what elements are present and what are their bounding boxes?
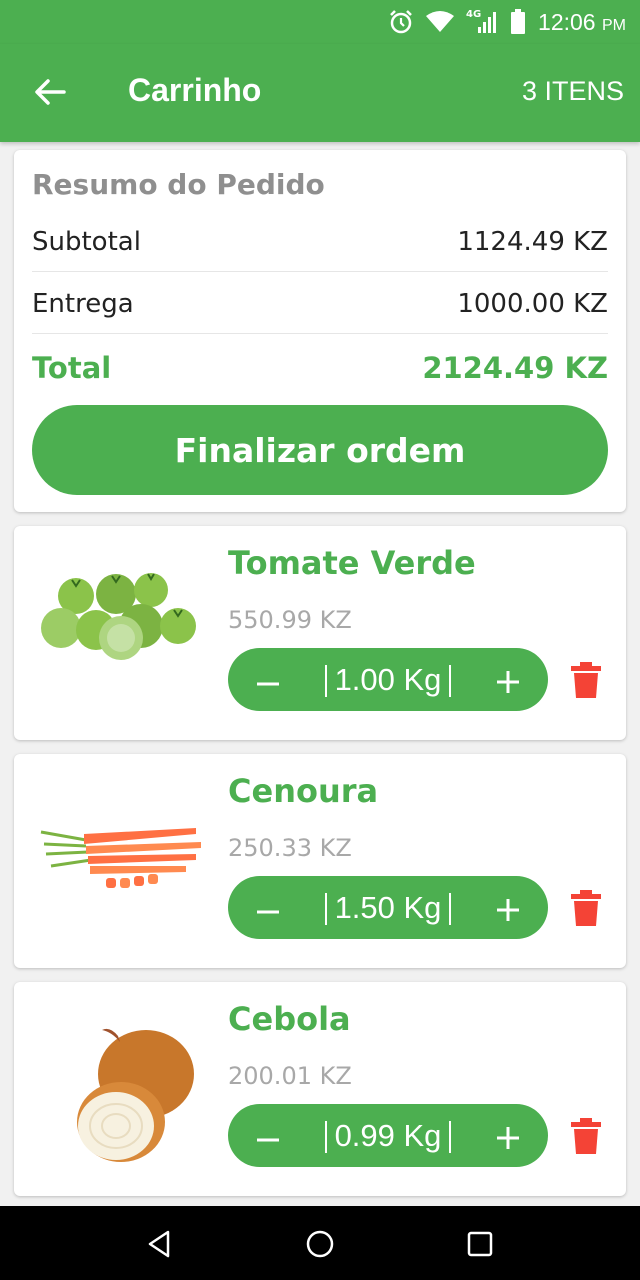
app-bar: Carrinho 3 ITENS: [0, 44, 640, 142]
increase-button[interactable]: [468, 1104, 548, 1167]
nav-back-icon[interactable]: [144, 1228, 176, 1260]
order-summary-card: Resumo do Pedido Subtotal 1124.49 KZ Ent…: [14, 150, 626, 512]
total-row: Total 2124.49 KZ: [32, 338, 608, 398]
subtotal-value: 1124.49 KZ: [457, 226, 608, 257]
quantity-stepper: 1.00 Kg: [228, 648, 548, 711]
item-name: Cenoura: [228, 772, 379, 810]
delivery-value: 1000.00 KZ: [457, 288, 608, 319]
subtotal-label: Subtotal: [32, 226, 141, 257]
checkout-button[interactable]: Finalizar ordem: [32, 405, 608, 495]
delivery-label: Entrega: [32, 288, 134, 319]
cart-item-count: 3 ITENS: [521, 76, 624, 106]
cart-item: Cebola 200.01 KZ 0.99 Kg: [14, 982, 626, 1196]
increase-button[interactable]: [468, 876, 548, 939]
total-label: Total: [32, 351, 112, 385]
quantity-stepper: 0.99 Kg: [228, 1104, 548, 1167]
decrease-button[interactable]: [228, 648, 308, 711]
total-value: 2124.49 KZ: [422, 351, 608, 385]
signal-icon: 4G: [466, 9, 498, 35]
item-price: 200.01 KZ: [228, 1062, 352, 1090]
cart-item: Tomate Verde 550.99 KZ 1.00 Kg: [14, 526, 626, 740]
plus-icon: [497, 670, 519, 693]
status-time: 12:06 PM: [538, 8, 626, 35]
minus-icon: [257, 1138, 279, 1141]
alarm-icon: [390, 10, 412, 34]
quantity-value: 0.99 Kg: [308, 1118, 468, 1154]
quantity-value: 1.50 Kg: [308, 890, 468, 926]
quantity-stepper: 1.50 Kg: [228, 876, 548, 939]
item-name: Tomate Verde: [228, 544, 476, 582]
summary-title: Resumo do Pedido: [32, 168, 325, 201]
nav-recents-icon[interactable]: [464, 1228, 496, 1260]
item-price: 550.99 KZ: [228, 606, 352, 634]
system-nav-bar: [0, 1206, 640, 1280]
minus-icon: [257, 682, 279, 685]
page-title: Carrinho: [128, 72, 262, 108]
increase-button[interactable]: [468, 648, 548, 711]
decrease-button[interactable]: [228, 876, 308, 939]
battery-icon: [511, 9, 526, 34]
minus-icon: [257, 910, 279, 913]
onion-image: [77, 1028, 194, 1162]
item-name: Cebola: [228, 1000, 351, 1038]
wifi-icon: [426, 11, 455, 32]
quantity-value: 1.00 Kg: [308, 662, 468, 698]
subtotal-row: Subtotal 1124.49 KZ: [32, 212, 608, 272]
item-price: 250.33 KZ: [228, 834, 352, 862]
decrease-button[interactable]: [228, 1104, 308, 1167]
nav-home-icon[interactable]: [304, 1228, 336, 1260]
green-tomato-image: [41, 573, 196, 660]
back-arrow-icon[interactable]: [32, 74, 68, 110]
carrot-image: [40, 828, 201, 888]
plus-icon: [497, 898, 519, 921]
plus-icon: [497, 1126, 519, 1149]
cart-item: Cenoura 250.33 KZ 1.50 Kg: [14, 754, 626, 968]
status-bar: 4G 12:06 PM: [0, 0, 640, 44]
trash-icon[interactable]: [570, 1118, 602, 1154]
trash-icon[interactable]: [570, 890, 602, 926]
delivery-row: Entrega 1000.00 KZ: [32, 274, 608, 334]
trash-icon[interactable]: [570, 662, 602, 698]
